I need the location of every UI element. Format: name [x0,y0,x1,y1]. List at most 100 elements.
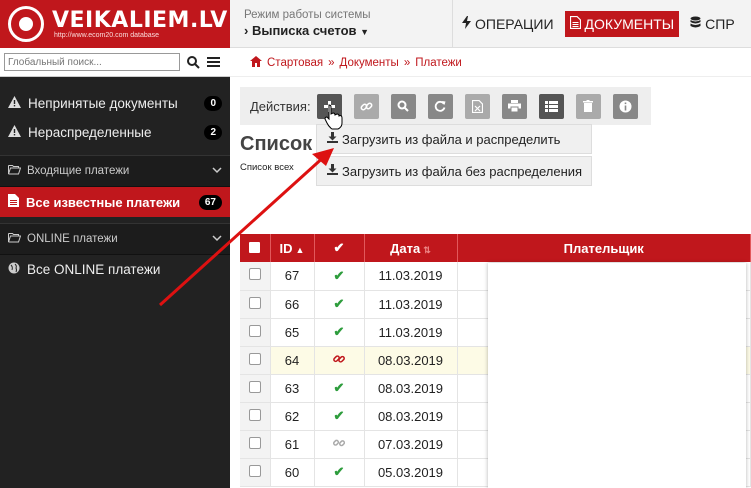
breadcrumb-link-start[interactable]: Стартовая [267,57,323,69]
check-icon: ✔ [333,380,345,395]
home-icon[interactable] [250,55,262,70]
system-mode-selector[interactable]: Режим работы системы › Выписка счетов ▼ [244,9,371,38]
logo-title: VEIKALIEM.LV [52,7,228,33]
select-all-checkbox[interactable] [249,241,261,253]
column-header-date[interactable]: Дата ⇅ [364,234,458,262]
sidebar-section-label: Входящие платежи [27,165,130,177]
bolt-icon [462,16,471,32]
status-cell: ✔ [314,458,365,487]
sort-icon: ⇅ [423,244,431,255]
sidebar-item-unaccepted[interactable]: Непринятые документы 0 [0,89,230,118]
check-icon: ✔ [333,408,345,423]
logo-icon [8,6,44,42]
check-icon: ✔ [333,296,345,311]
menu-item-upload-no-distribute[interactable]: Загрузить из файла без распределения [316,156,592,186]
row-checkbox[interactable] [248,380,261,393]
id-cell: 67 [270,262,315,291]
check-icon: ✔ [333,324,345,339]
id-cell: 61 [270,430,315,459]
global-search [0,48,230,77]
delete-button[interactable] [575,93,601,119]
trash-icon [583,100,594,112]
row-checkbox[interactable] [248,408,261,421]
row-select-cell[interactable] [240,374,271,403]
chevron-down-icon [212,233,222,245]
nav-documents[interactable]: ДОКУМЕНТЫ [564,11,680,37]
add-dropdown-menu: Загрузить из файла и распределить Загруз… [316,124,592,186]
mode-title: Режим работы системы [244,9,371,21]
row-select-cell[interactable] [240,318,271,347]
sidebar-section-incoming[interactable]: Входящие платежи [0,155,230,187]
sidebar-item-label: Непринятые документы [28,96,178,111]
status-cell [314,346,365,375]
page-subtitle: Список всех [240,162,294,173]
menu-icon[interactable] [206,55,220,69]
logo[interactable]: VEIKALIEM.LV http://www.ecom20.com datab… [0,0,230,48]
breadcrumb-link-documents[interactable]: Документы [340,57,399,69]
sort-icon: ▲ [295,244,305,255]
count-badge: 0 [204,96,222,111]
row-checkbox[interactable] [248,324,261,337]
id-cell: 65 [270,318,315,347]
column-header-payer[interactable]: Плательщик [457,234,751,262]
menu-item-label: Загрузить из файла и распределить [342,131,561,147]
columns-button[interactable] [538,93,564,119]
date-cell: 08.03.2019 [364,374,458,403]
actions-toolbar: Действия: [240,87,651,125]
column-header-status[interactable]: ✔ [314,234,365,262]
nav-label: СПР [705,16,735,32]
link-button[interactable] [353,93,379,119]
date-cell: 11.03.2019 [364,318,458,347]
menu-item-upload-distribute[interactable]: Загрузить из файла и распределить [316,124,592,154]
nav-operations[interactable]: ОПЕРАЦИИ [457,11,559,37]
row-checkbox[interactable] [248,436,261,449]
row-select-cell[interactable] [240,346,271,375]
status-cell: ✔ [314,402,365,431]
search-button[interactable] [390,93,416,119]
date-cell: 08.03.2019 [364,402,458,431]
refresh-button[interactable] [427,93,453,119]
nav-directories[interactable]: СПР [685,11,740,37]
row-select-cell[interactable] [240,430,271,459]
sidebar-item-label: Нераспределенные [28,125,152,140]
add-button[interactable] [316,93,342,119]
print-button[interactable] [501,93,527,119]
payer-panel [488,263,746,488]
row-checkbox[interactable] [248,268,261,281]
list-icon [544,100,558,112]
breadcrumb-link-payments[interactable]: Платежи [415,57,462,69]
select-all-header[interactable] [240,234,271,262]
row-select-cell[interactable] [240,290,271,319]
sidebar-item-unallocated[interactable]: Нераспределенные 2 [0,118,230,147]
row-checkbox[interactable] [248,352,261,365]
sidebar-item-online-payments[interactable]: Все ONLINE платежи [0,255,230,284]
row-select-cell[interactable] [240,402,271,431]
date-cell: 08.03.2019 [364,346,458,375]
sidebar-item-all-payments[interactable]: Все известные платежи 67 [0,187,230,217]
row-checkbox[interactable] [248,296,261,309]
search-icon [397,100,409,112]
status-cell: ✔ [314,262,365,291]
id-cell: 64 [270,346,315,375]
export-excel-button[interactable] [464,93,490,119]
count-badge: 67 [198,194,222,210]
id-cell: 66 [270,290,315,319]
date-cell: 07.03.2019 [364,430,458,459]
chevron-right-icon: › [244,23,249,38]
warning-icon [8,96,21,111]
mode-value: Выписка счетов [251,23,357,38]
row-checkbox[interactable] [248,464,261,477]
check-icon: ✔ [333,267,345,283]
row-select-cell[interactable] [240,262,271,291]
row-select-cell[interactable] [240,458,271,487]
sidebar-section-label: ONLINE платежи [27,233,118,245]
date-cell: 11.03.2019 [364,290,458,319]
sidebar-section-online[interactable]: ONLINE платежи [0,223,230,255]
info-button[interactable] [612,93,638,119]
print-icon [507,100,521,112]
status-cell: ✔ [314,318,365,347]
search-icon[interactable] [186,55,200,69]
main-nav: ОПЕРАЦИИ ДОКУМЕНТЫ СПР [452,0,746,48]
global-search-input[interactable] [4,53,180,71]
column-header-id[interactable]: ID ▲ [270,234,315,262]
